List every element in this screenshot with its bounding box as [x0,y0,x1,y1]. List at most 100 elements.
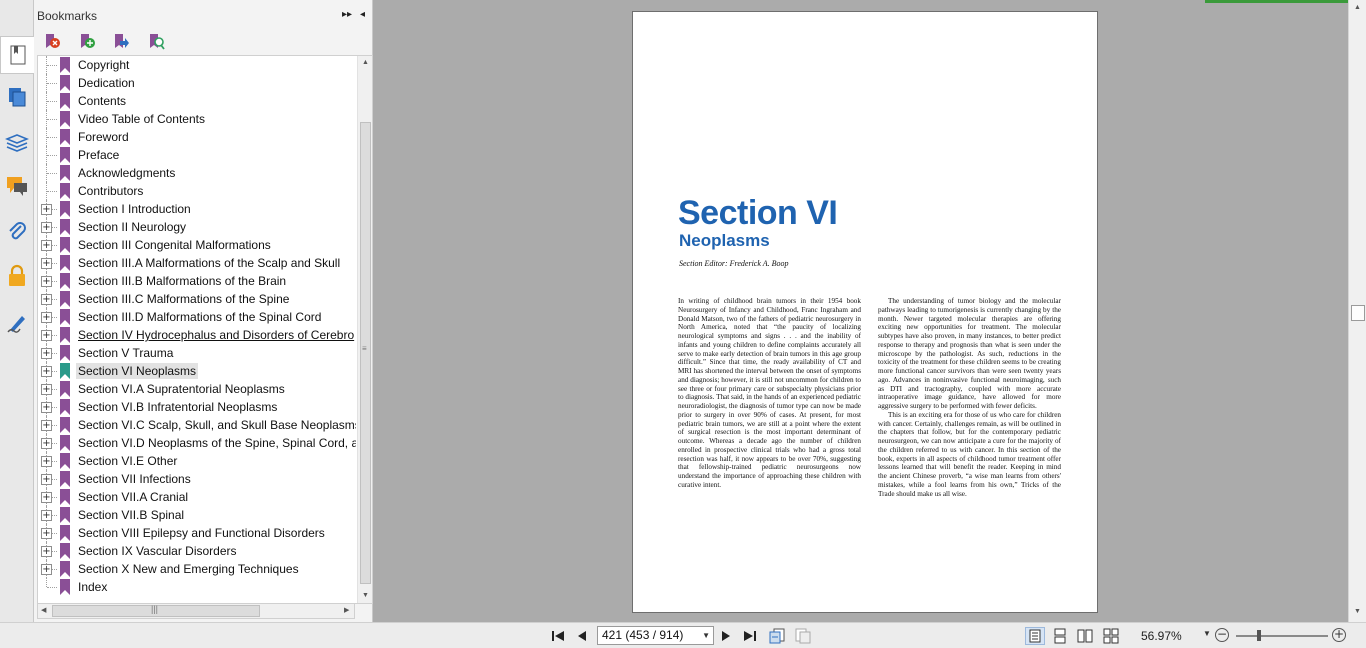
bookmark-item[interactable]: + Section VI.D Neoplasms of the Spine, Sp… [38,434,356,452]
bookmark-item[interactable]: + Section IV Hydrocephalus and Disorders … [38,326,356,344]
expand-toggle-icon[interactable]: + [41,204,52,215]
facing-view-button[interactable] [1075,627,1095,645]
expand-toggle-icon[interactable]: + [41,294,52,305]
delete-bookmark-icon[interactable] [43,33,61,51]
pdf-page[interactable]: Section VI Neoplasms Section Editor: Fre… [632,11,1098,613]
expand-toggle-icon[interactable]: + [41,528,52,539]
expand-toggle-icon[interactable]: + [41,438,52,449]
expand-panel-icon[interactable]: ▸▸ [342,9,352,21]
bookmark-item[interactable]: + Section VI.B Infratentorial Neoplasms [38,398,356,416]
bookmark-item[interactable]: + Section VII.B Spinal [38,506,356,524]
signatures-panel-button[interactable] [3,308,31,336]
expand-toggle-icon[interactable]: + [41,258,52,269]
comments-panel-button[interactable] [3,172,31,200]
first-page-button[interactable] [550,628,566,644]
continuous-facing-view-button[interactable] [1101,627,1121,645]
document-scroll-thumb[interactable] [1351,305,1365,321]
expand-toggle-icon[interactable]: + [41,276,52,287]
bookmark-item[interactable]: + Section III.C Malformations of the Spin… [38,290,356,308]
expand-toggle-icon[interactable]: + [41,330,52,341]
scroll-down-arrow-icon[interactable]: ▼ [358,592,372,599]
bookmark-tree: Copyright Dedication Contents Video Table o… [37,55,373,604]
expand-toggle-icon[interactable]: + [41,384,52,395]
scroll-left-arrow-icon[interactable]: ◀ [41,606,46,614]
attachments-panel-button[interactable] [3,218,31,246]
section-subheading: Neoplasms [679,231,770,250]
expand-toggle-icon[interactable]: + [41,312,52,323]
bookmark-item[interactable]: + Section VIII Epilepsy and Functional Di… [38,524,356,542]
add-bookmark-icon[interactable] [78,33,96,51]
bookmark-item[interactable]: + Section I Introduction [38,200,356,218]
security-panel-button[interactable] [3,262,31,290]
previous-page-button[interactable] [574,628,590,644]
bookmark-tree-hscroll-thumb[interactable]: ||| [52,604,260,617]
expand-toggle-icon[interactable]: + [41,510,52,521]
bookmark-item[interactable]: + Section VII.A Cranial [38,488,356,506]
zoom-level[interactable]: 56.97% [1141,629,1182,643]
bookmark-item[interactable]: + Section VI.E Other [38,452,356,470]
bookmark-item[interactable]: + Section V Trauma [38,344,356,362]
scroll-up-arrow-icon[interactable]: ▲ [358,59,372,66]
zoom-slider-knob[interactable] [1257,630,1262,641]
bookmarks-panel-button[interactable] [0,36,34,74]
bookmark-item[interactable]: + Section VI Neoplasms [38,362,356,380]
bookmark-item[interactable]: Video Table of Contents [38,110,356,128]
bookmark-item[interactable]: Acknowledgments [38,164,356,182]
bookmark-item[interactable]: + Section III Congenital Malformations [38,236,356,254]
bookmark-item[interactable]: + Section IX Vascular Disorders [38,542,356,560]
bookmark-item[interactable]: Dedication [38,74,356,92]
bookmark-item[interactable]: Contents [38,92,356,110]
expand-toggle-icon[interactable]: + [41,474,52,485]
layers-panel-button[interactable] [3,128,31,156]
bookmark-item[interactable]: Foreword [38,128,356,146]
find-bookmark-icon[interactable] [147,33,165,51]
doc-scroll-up-arrow-icon[interactable]: ▲ [1350,4,1365,11]
expand-toggle-icon[interactable]: + [41,240,52,251]
zoom-slider[interactable] [1236,635,1328,637]
bookmark-ribbon-icon [60,327,70,343]
document-view[interactable]: Section VI Neoplasms Section Editor: Fre… [375,0,1348,622]
previous-view-button[interactable] [768,628,786,644]
page-dropdown-icon[interactable]: ▼ [702,627,710,644]
last-page-button[interactable] [742,628,758,644]
expand-toggle-icon[interactable]: + [41,420,52,431]
expand-toggle-icon[interactable]: + [41,546,52,557]
single-page-view-button[interactable] [1025,627,1045,645]
bookmark-tree-scroll-thumb[interactable]: ≡ [360,122,371,584]
next-page-button[interactable] [718,628,734,644]
scroll-right-arrow-icon[interactable]: ▶ [344,606,349,614]
zoom-dropdown-icon[interactable]: ▼ [1203,629,1211,638]
zoom-out-icon[interactable]: − [1215,628,1229,642]
next-view-button[interactable] [794,628,812,644]
expand-toggle-icon[interactable]: + [41,348,52,359]
collapse-panel-icon[interactable]: ◂ [360,9,365,21]
expand-toggle-icon[interactable]: + [41,492,52,503]
continuous-view-button[interactable] [1050,627,1070,645]
expand-toggle-icon[interactable]: + [41,402,52,413]
bookmark-item[interactable]: + Section III.D Malformations of the Spin… [38,308,356,326]
doc-scroll-down-arrow-icon[interactable]: ▼ [1350,608,1365,615]
expand-toggle-icon[interactable]: + [41,366,52,377]
pages-panel-button[interactable] [3,82,31,110]
bookmark-item[interactable]: + Section VI.A Supratentorial Neoplasms [38,380,356,398]
expand-toggle-icon[interactable]: + [41,222,52,233]
expand-toggle-icon[interactable]: + [41,564,52,575]
bookmark-item[interactable]: Index [38,578,356,596]
zoom-in-icon[interactable]: + [1332,628,1346,642]
bookmark-item[interactable]: + Section II Neurology [38,218,356,236]
bookmark-item[interactable]: + Section X New and Emerging Techniques [38,560,356,578]
bookmark-item[interactable]: Preface [38,146,356,164]
bookmark-tree-horizontal-scrollbar[interactable]: ◀ ||| ▶ [37,604,355,619]
bookmark-item[interactable]: + Section VI.C Scalp, Skull, and Skull Ba… [38,416,356,434]
bookmark-tree-vertical-scrollbar[interactable]: ▲ ≡ ▼ [357,56,372,603]
document-vertical-scrollbar[interactable]: ▲ ▼ [1348,0,1366,622]
go-to-bookmark-icon[interactable] [112,33,130,51]
bookmark-item[interactable]: + Section III.A Malformations of the Scal… [38,254,356,272]
layers-icon [5,134,29,152]
bookmark-item[interactable]: Contributors [38,182,356,200]
page-number-field[interactable]: 421 (453 / 914) ▼ [597,626,714,645]
bookmark-item[interactable]: + Section VII Infections [38,470,356,488]
bookmark-item[interactable]: + Section III.B Malformations of the Brai… [38,272,356,290]
bookmark-item[interactable]: Copyright [38,56,356,74]
expand-toggle-icon[interactable]: + [41,456,52,467]
